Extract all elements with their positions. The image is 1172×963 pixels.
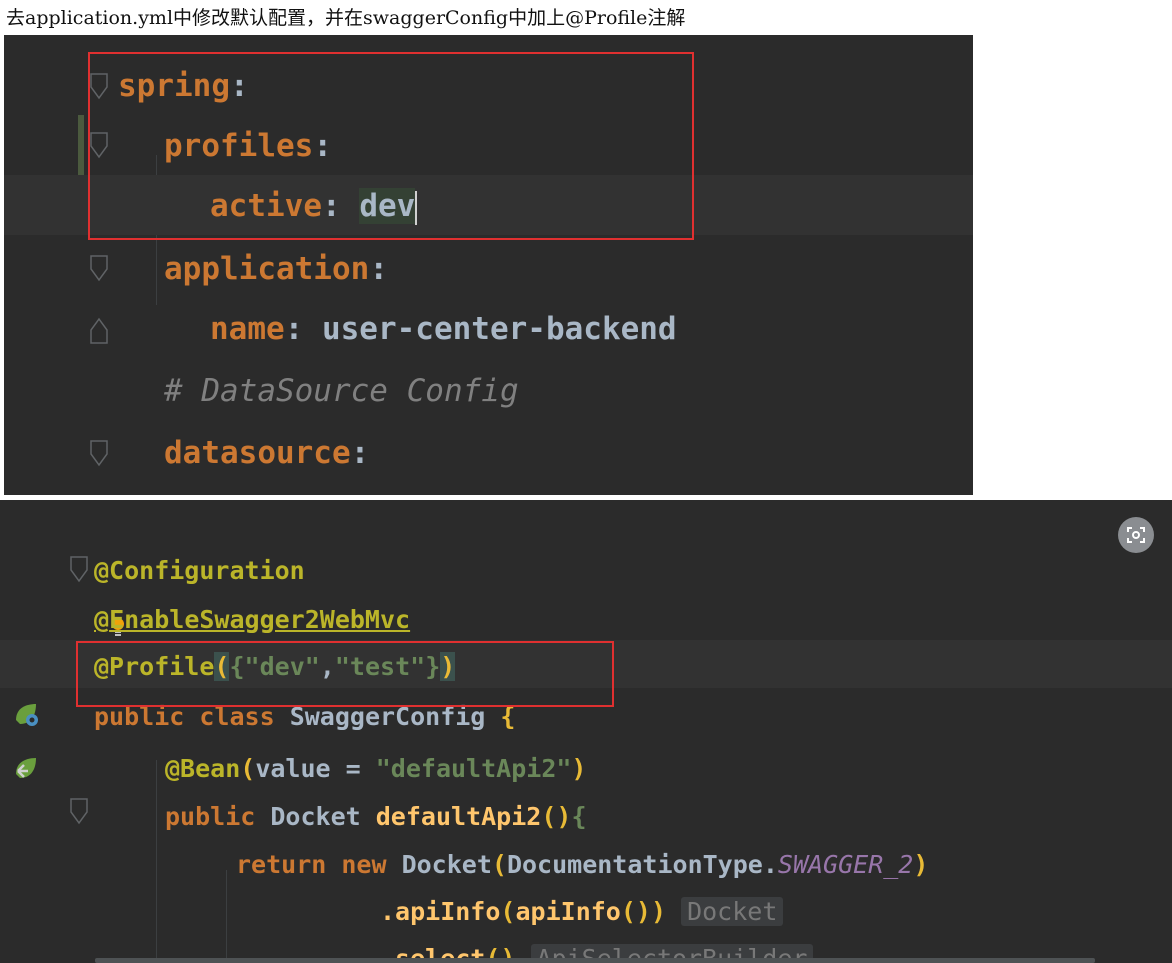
- spring-bean-icon[interactable]: [12, 700, 40, 728]
- fold-icon[interactable]: [90, 255, 108, 283]
- code-line: return new Docket(DocumentationType.SWAG…: [236, 850, 929, 879]
- code-line: datasource:: [164, 435, 370, 471]
- code-line: application:: [164, 251, 388, 287]
- code-line: @Bean(value = "defaultApi2"): [165, 754, 587, 783]
- code-line: .apiInfo(apiInfo()) Docket: [380, 897, 1172, 926]
- lens-button[interactable]: [1118, 517, 1154, 553]
- highlight-box: [88, 52, 694, 240]
- type-hint: Docket: [681, 897, 784, 926]
- fold-icon[interactable]: [70, 556, 88, 584]
- code-line: @Configuration: [94, 556, 305, 585]
- code-line: @EnableSwagger2WebMvc: [94, 605, 411, 634]
- java-editor[interactable]: @Configuration @EnableSwagger2WebMvc @Pr…: [0, 500, 1172, 963]
- code-line: name: user-center-backend: [210, 311, 677, 347]
- fold-icon[interactable]: [70, 798, 88, 826]
- lens-icon: [1127, 527, 1145, 543]
- highlight-box: [76, 641, 614, 707]
- caption-text: 去application.yml中修改默认配置，并在swaggerConfig中…: [6, 7, 686, 29]
- yaml-editor[interactable]: spring: profiles: active: dev applicatio…: [4, 35, 973, 495]
- code-comment: # DataSource Config: [164, 373, 519, 409]
- horizontal-scrollbar[interactable]: [95, 958, 1095, 963]
- fold-icon[interactable]: [90, 440, 108, 468]
- spring-bean-method-icon[interactable]: [12, 754, 40, 782]
- code-line: public Docket defaultApi2(){: [165, 802, 587, 831]
- unfold-icon[interactable]: [90, 316, 108, 344]
